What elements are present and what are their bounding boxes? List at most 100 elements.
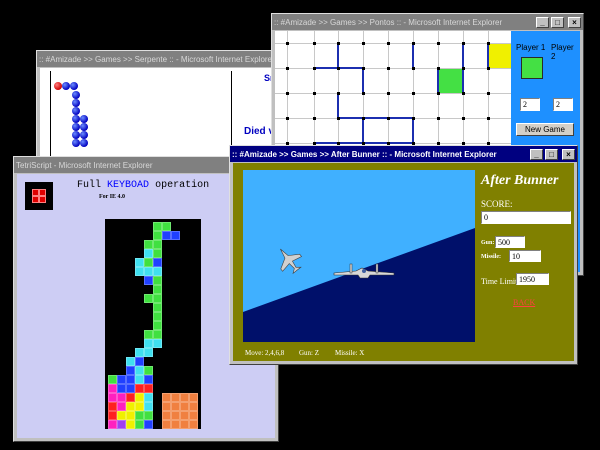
grid-dot [487, 92, 490, 95]
snake-segment [80, 131, 88, 139]
tetris-block [144, 267, 153, 276]
tetris-block [180, 411, 189, 420]
tetris-block [117, 411, 126, 420]
player2-label: Player 2 [551, 43, 574, 61]
drawn-line [337, 93, 339, 120]
tetris-subheading: For IE 4.0 [99, 194, 126, 200]
tetris-block [135, 384, 144, 393]
snake-head [54, 82, 62, 90]
tetris-block [135, 267, 144, 276]
tetris-block [171, 231, 180, 240]
tetris-block [117, 393, 126, 402]
missile-field[interactable]: 10 [509, 250, 541, 262]
heading-suffix: operation [155, 180, 210, 191]
tetris-block [117, 420, 126, 429]
tetris-block [144, 366, 153, 375]
back-link[interactable]: BACK [513, 298, 535, 307]
score-field[interactable]: 0 [481, 211, 571, 224]
tetris-block [135, 420, 144, 429]
tetris-block [171, 411, 180, 420]
tetris-block [135, 348, 144, 357]
snake-segment [80, 115, 88, 123]
grid-dot [437, 117, 440, 120]
score-label: SCORE: [481, 199, 513, 209]
tetris-block [135, 258, 144, 267]
minimize-icon[interactable]: _ [536, 16, 549, 28]
next-piece-cell [39, 189, 46, 196]
drawn-line [362, 68, 364, 95]
drawn-line [487, 43, 489, 70]
minimize-icon[interactable]: _ [530, 148, 543, 160]
tetris-block [117, 375, 126, 384]
grid-dot [387, 92, 390, 95]
grid-dot [412, 42, 415, 45]
snake-segment [80, 139, 88, 147]
drawn-line [337, 43, 339, 70]
new-game-button[interactable]: New Game [516, 123, 574, 136]
drawn-line [412, 118, 414, 145]
flight-view[interactable] [243, 170, 475, 342]
tetris-block [144, 294, 153, 303]
grid-dot [337, 67, 340, 70]
tetris-block [153, 321, 162, 330]
tetris-block [189, 402, 198, 411]
player1-color-swatch [521, 57, 543, 79]
grid-dot [412, 117, 415, 120]
close-icon[interactable]: × [562, 148, 575, 160]
heading-prefix: Full [77, 180, 102, 191]
grid-dot [437, 42, 440, 45]
tetris-block [135, 411, 144, 420]
grid-dot [286, 117, 289, 120]
bunner-titlebar[interactable]: :: #Amizade >> Games >> After Bunner :: … [230, 146, 577, 162]
snake-segment [72, 99, 80, 107]
tetris-block [144, 330, 153, 339]
maximize-icon[interactable]: □ [551, 16, 564, 28]
player1-label: Player 1 [516, 43, 546, 52]
controls-move: Move: 2,4,6,8 [245, 349, 285, 357]
close-icon[interactable]: × [568, 16, 581, 28]
snake-segment [62, 82, 70, 90]
grid-dot [462, 92, 465, 95]
maximize-icon[interactable]: □ [545, 148, 558, 160]
tetris-block [108, 384, 117, 393]
next-piece-box [25, 182, 53, 210]
bunner-client: Move: 2,4,6,8 Gun: Z Missile: X After Bu… [233, 163, 574, 361]
tetris-block [180, 402, 189, 411]
tetris-block [171, 420, 180, 429]
tetris-block [126, 420, 135, 429]
tetris-block [162, 411, 171, 420]
tetris-block [171, 402, 180, 411]
time-limit-label: Time Limit: [481, 277, 520, 286]
snake-segment [72, 115, 80, 123]
tetris-block [144, 375, 153, 384]
grid-dot [437, 67, 440, 70]
player1-score-field[interactable]: 2 [520, 98, 540, 111]
tetris-block [162, 231, 171, 240]
tetris-block [117, 384, 126, 393]
grid-dot [487, 67, 490, 70]
next-piece-cell [32, 189, 39, 196]
next-piece-cell [32, 196, 39, 203]
controls-gun: Gun: Z [299, 349, 320, 357]
snake-titlebar[interactable]: :: #Amizade >> Games >> Serpente :: - Mi… [37, 51, 279, 67]
gun-field[interactable]: 500 [495, 236, 525, 248]
grid-dot [337, 92, 340, 95]
grid-dot [362, 117, 365, 120]
pontos-titlebar[interactable]: :: #Amizade >> Games >> Pontos :: - Micr… [272, 14, 583, 30]
heading-keyword: KEYBOAD [107, 180, 150, 191]
time-limit-field[interactable]: 1950 [516, 273, 549, 285]
grid-dot [313, 92, 316, 95]
tetris-block [135, 402, 144, 411]
captured-box [439, 69, 463, 93]
snake-segment [70, 82, 78, 90]
player2-score-field[interactable]: 2 [553, 98, 573, 111]
tetris-block [126, 402, 135, 411]
snake-segment [80, 123, 88, 131]
grid-dot [313, 67, 316, 70]
tetris-well[interactable] [105, 219, 201, 429]
tetris-block [108, 420, 117, 429]
tetris-block [135, 375, 144, 384]
tetris-block [153, 339, 162, 348]
snake-segment [72, 91, 80, 99]
grid-dot [337, 42, 340, 45]
